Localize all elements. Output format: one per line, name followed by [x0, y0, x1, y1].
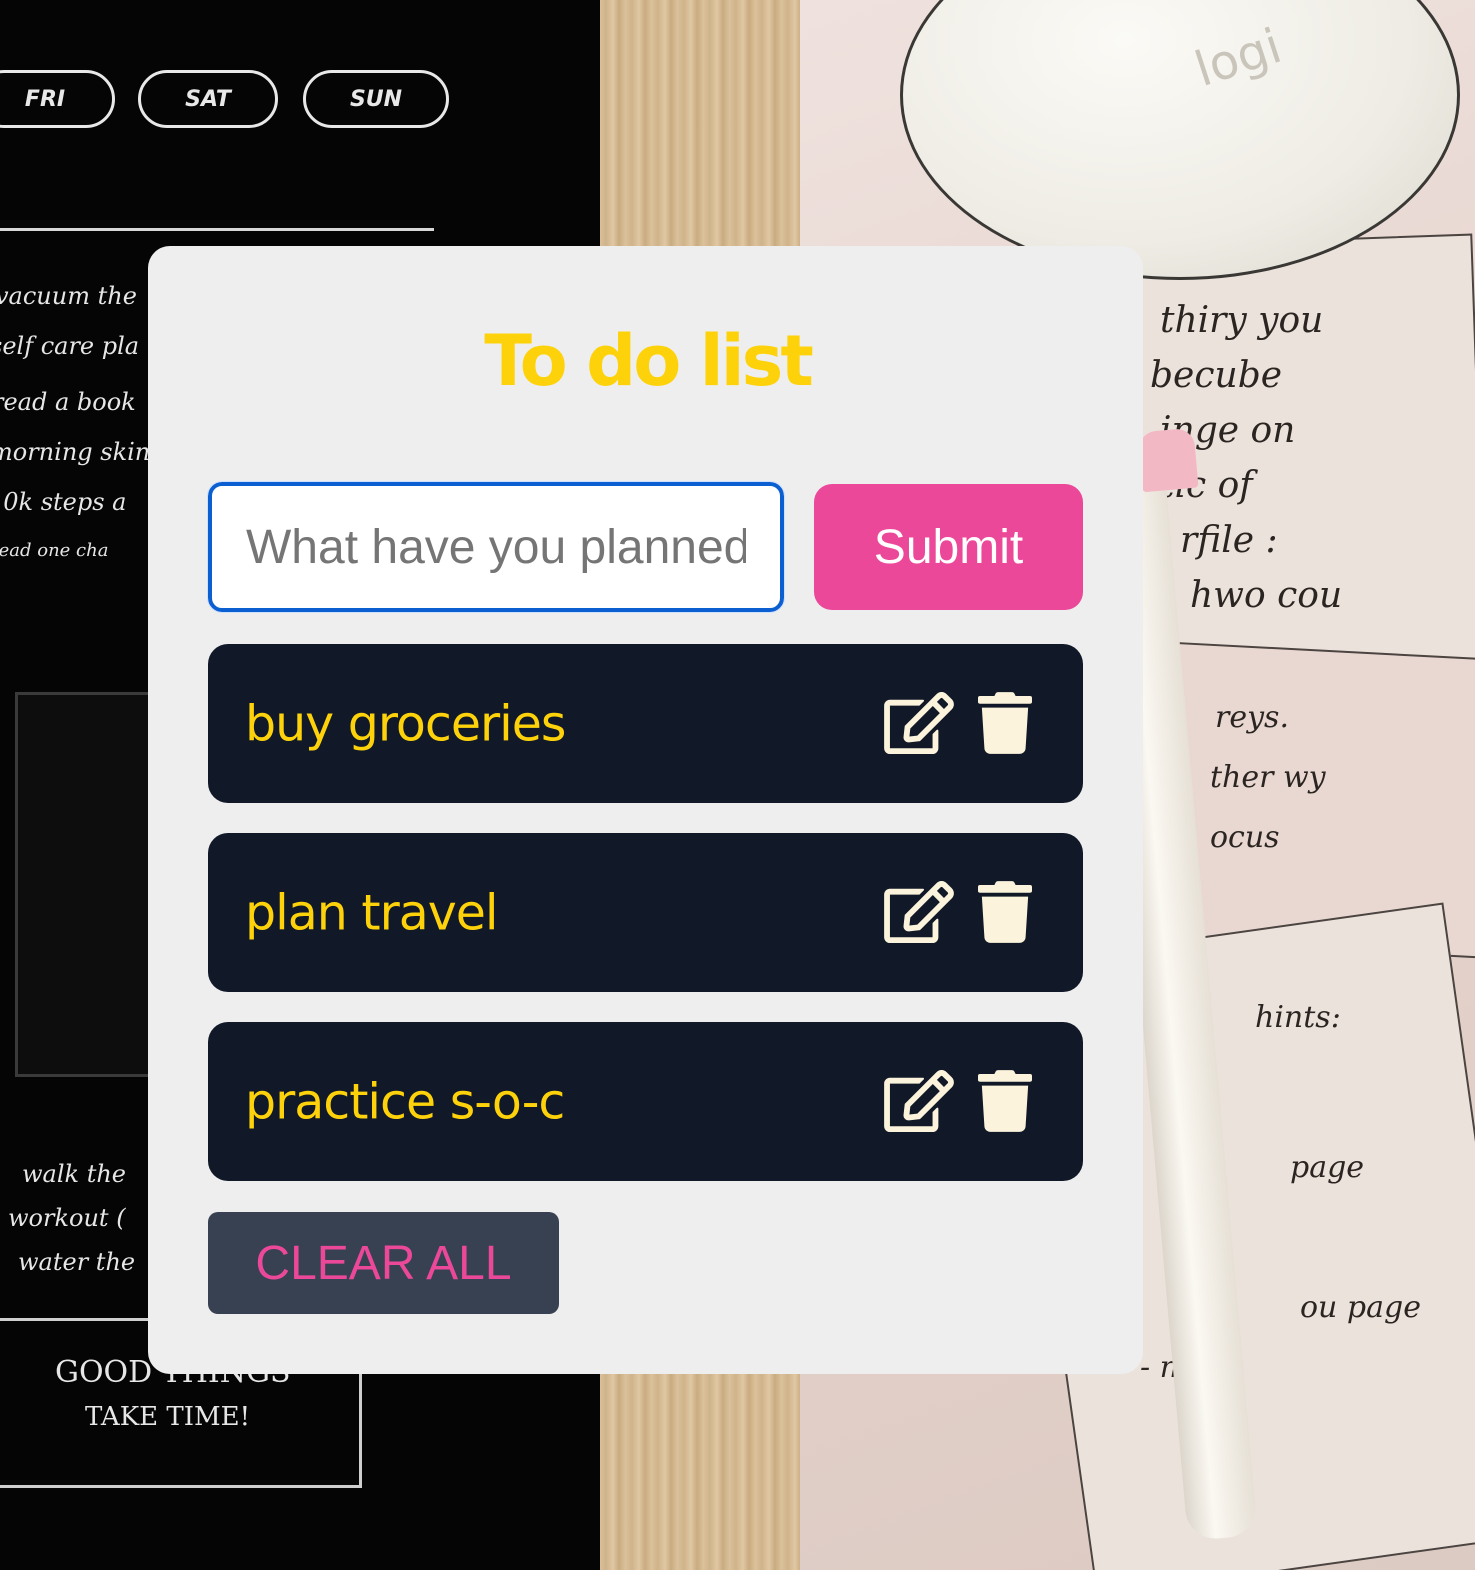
planner-day-pill: SAT: [138, 70, 278, 128]
todo-item: plan travel: [208, 833, 1083, 992]
note-scribble: rfile :: [1180, 520, 1278, 561]
planner-day-pill: SUN: [303, 70, 449, 128]
note-scribble: hints:: [1255, 1000, 1341, 1035]
planner-day-pill: FRI: [0, 70, 115, 128]
clear-all-button[interactable]: CLEAR ALL: [208, 1212, 559, 1314]
note-scribble: page: [1290, 1150, 1365, 1185]
planner-task: read one cha: [0, 540, 109, 561]
note-scribble: ocus: [1210, 820, 1280, 855]
note-scribble: reys.: [1215, 700, 1289, 735]
todo-card: [148, 246, 1143, 1374]
highlighter-cap: [1137, 427, 1199, 493]
planner-task: walk the: [22, 1160, 127, 1188]
todo-item: practice s-o-c: [208, 1022, 1083, 1181]
note-scribble: ther wy: [1210, 760, 1326, 795]
todo-item-text: plan travel: [245, 884, 499, 941]
edit-icon[interactable]: [884, 881, 954, 943]
planner-task: vacuum the: [0, 282, 137, 310]
todo-input[interactable]: [207, 481, 785, 613]
edit-icon[interactable]: [884, 1070, 954, 1132]
note-scribble: hwo cou: [1190, 575, 1343, 616]
page-title: To do list: [484, 320, 814, 402]
edit-icon[interactable]: [884, 692, 954, 754]
trash-icon[interactable]: [978, 692, 1032, 754]
trash-icon[interactable]: [978, 1070, 1032, 1132]
submit-button[interactable]: Submit: [814, 484, 1083, 610]
todo-form: Submit: [207, 481, 1083, 613]
trash-icon[interactable]: [978, 881, 1032, 943]
planner-divider: [0, 228, 434, 231]
planner-task: workout (: [8, 1204, 126, 1232]
note-scribble: ou page: [1300, 1290, 1421, 1325]
planner-task: water the: [18, 1248, 136, 1276]
todo-item-text: buy groceries: [245, 695, 566, 752]
todo-item-text: practice s-o-c: [245, 1073, 565, 1130]
planner-task: 10k steps a: [0, 488, 127, 516]
planner-task: morning skin: [0, 438, 151, 466]
planner-quote: TAKE TIME!: [85, 1402, 251, 1432]
todo-item: buy groceries: [208, 644, 1083, 803]
planner-mini-calendar: [15, 692, 155, 1077]
